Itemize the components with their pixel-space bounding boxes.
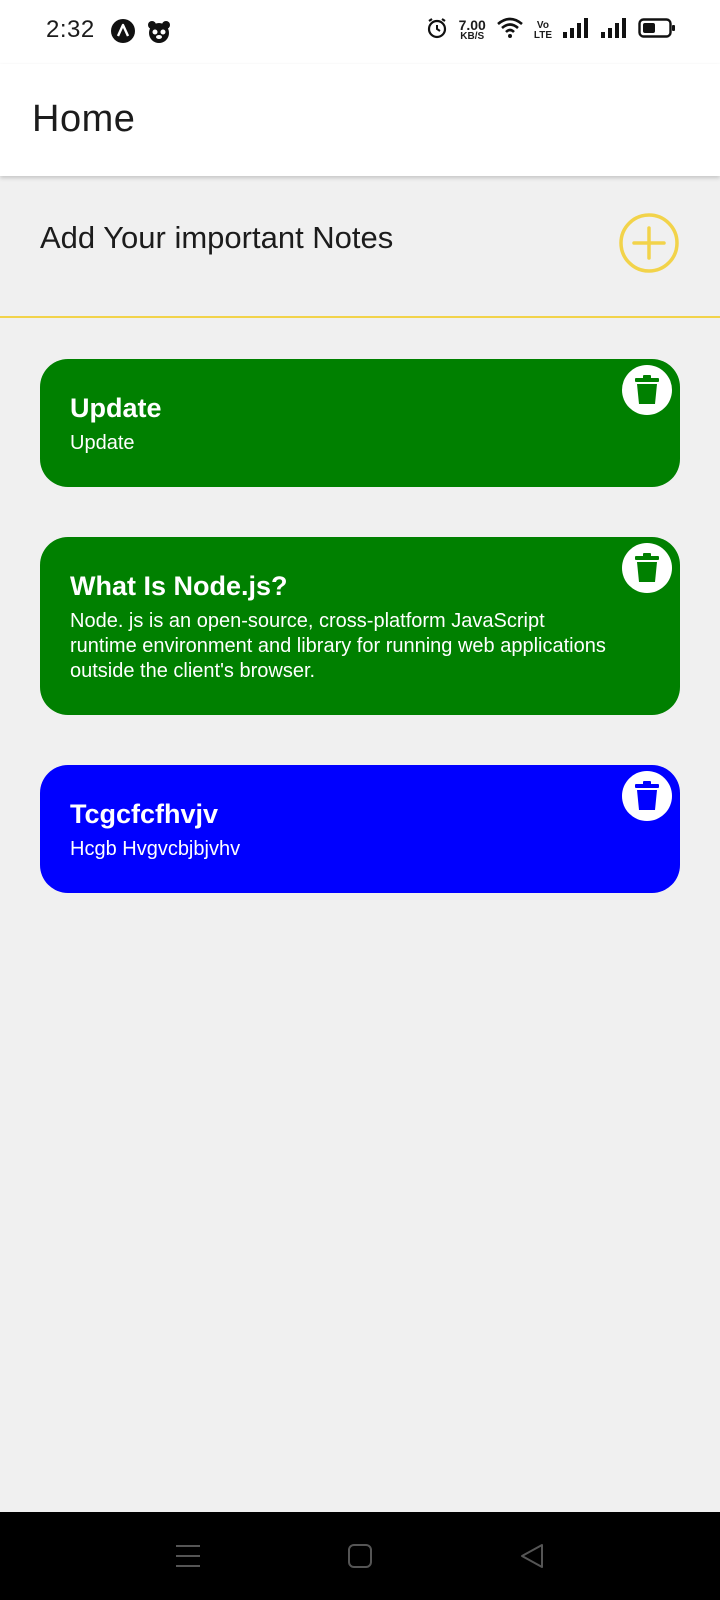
app-a-icon (110, 18, 136, 44)
note-title: Update (70, 393, 162, 423)
volte-icon: Vo LTE (533, 19, 552, 41)
signal-icon (562, 17, 590, 44)
note-title: Tcgcfcfhvjv (70, 799, 219, 829)
menu-button[interactable] (172, 1540, 204, 1572)
note-body: Update (70, 432, 135, 454)
status-bar: 2:32 7.00 KB/S Vo LTE (0, 0, 720, 64)
menu-icon (176, 1545, 200, 1567)
delete-note-button[interactable] (622, 543, 672, 593)
signal-icon (600, 17, 628, 44)
note-card[interactable]: What Is Node.js? Node. js is an open-sou… (40, 537, 680, 715)
trash-icon (635, 553, 659, 582)
add-notes-section: Add Your important Notes (0, 176, 720, 318)
battery-icon (638, 17, 676, 44)
note-title: What Is Node.js? (70, 571, 288, 601)
back-button[interactable] (516, 1540, 548, 1572)
page-title: Home (32, 98, 136, 140)
delete-note-button[interactable] (622, 365, 672, 415)
note-body: Node. js is an open-source, cross-platfo… (70, 610, 606, 682)
back-icon (521, 1544, 543, 1568)
app-bar: Home (0, 64, 720, 176)
note-card[interactable]: Tcgcfcfhvjv Hcgb Hvgvcbjbjvhv (40, 765, 680, 893)
home-icon (348, 1544, 372, 1568)
add-notes-prompt: Add Your important Notes (40, 220, 394, 255)
system-nav-bar (0, 1512, 720, 1600)
panda-icon (146, 18, 172, 44)
status-time: 2:32 (46, 16, 95, 43)
note-card[interactable]: Update Update (40, 359, 680, 487)
delete-note-button[interactable] (622, 771, 672, 821)
alarm-icon (425, 16, 449, 45)
wifi-icon (496, 16, 524, 45)
add-note-button[interactable] (618, 212, 680, 274)
home-button[interactable] (344, 1540, 376, 1572)
net-speed: 7.00 KB/S (458, 16, 486, 42)
plus-circle-icon (619, 213, 679, 273)
trash-icon (635, 781, 659, 810)
trash-icon (635, 375, 659, 404)
note-body: Hcgb Hvgvcbjbjvhv (70, 838, 241, 860)
